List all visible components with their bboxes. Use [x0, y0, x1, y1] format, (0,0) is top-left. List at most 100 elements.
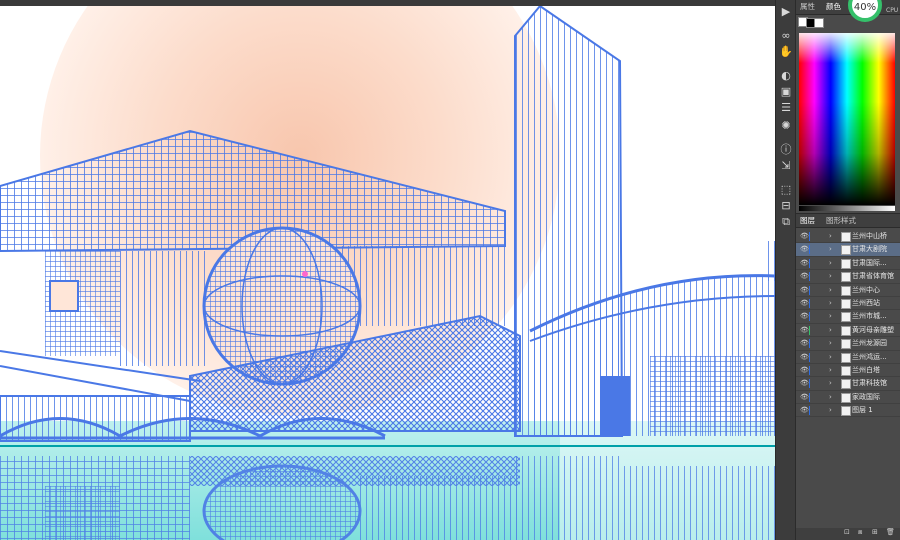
new-layer-icon[interactable]: ⊞	[872, 528, 878, 536]
expand-arrow-icon[interactable]: ›	[829, 284, 832, 296]
layer-row[interactable]: 👁 › 兰州市城...	[796, 310, 900, 324]
layer-color-marker	[809, 406, 810, 416]
layer-name: 甘肃科技馆	[852, 379, 887, 388]
right-panel: 属性 颜色 40% CPU 图层 图形样式 👁 › 兰州中山桥 👁 › 甘肃大剧院 👁 › 甘肃…	[795, 0, 900, 540]
visibility-eye-icon[interactable]: 👁	[800, 257, 809, 269]
layer-row[interactable]: 👁 › 兰州中心	[796, 284, 900, 297]
sun-icon[interactable]: ✺	[778, 118, 794, 134]
layer-row[interactable]: 👁 › 甘肃省体育馆	[796, 270, 900, 284]
expand-arrow-icon[interactable]: ›	[829, 243, 832, 255]
layer-row[interactable]: 👁 › 兰州西站	[796, 297, 900, 311]
clip-mask-icon[interactable]: ⧈	[858, 528, 862, 537]
pathfinder-icon[interactable]: ⧉	[778, 214, 794, 230]
expand-arrow-icon[interactable]: ›	[829, 324, 832, 336]
visibility-eye-icon[interactable]: 👁	[800, 243, 809, 255]
tab-color[interactable]: 颜色	[826, 1, 841, 12]
new-sublayer-icon[interactable]: ⊡	[844, 528, 850, 536]
layer-row[interactable]: 👁 › 家政国际	[796, 391, 900, 405]
info-icon[interactable]: ⓘ	[778, 142, 794, 158]
panel-tool-strip: ▶ ∞ ✋ ◐ ▣ ☰ ✺ ⓘ ⇲ ⬚ ⊟ ⧉	[775, 0, 796, 540]
layer-name: 兰州中心	[852, 285, 880, 294]
layer-color-marker	[809, 232, 810, 241]
visibility-eye-icon[interactable]: 👁	[800, 230, 809, 242]
expand-arrow-icon[interactable]: ›	[829, 270, 832, 282]
layer-name: 黄河母亲雕塑	[852, 325, 894, 334]
visibility-eye-icon[interactable]: 👁	[800, 377, 809, 389]
layer-thumbnail	[841, 365, 851, 376]
expand-arrow-icon[interactable]: ›	[829, 337, 832, 349]
link-icon[interactable]: ∞	[778, 28, 794, 44]
visibility-eye-icon[interactable]: 👁	[800, 324, 809, 336]
spectrum-highlight	[799, 33, 895, 63]
align-icon[interactable]: ⊟	[778, 198, 794, 214]
layer-color-marker	[809, 379, 810, 389]
visibility-eye-icon[interactable]: 👁	[800, 337, 809, 349]
visibility-eye-icon[interactable]: 👁	[800, 284, 809, 296]
layer-name: 兰州市城...	[852, 312, 887, 321]
expand-arrow-icon[interactable]: ›	[829, 297, 832, 309]
layer-color-marker	[809, 285, 810, 295]
none-swatch[interactable]	[814, 18, 824, 28]
expand-arrow-icon[interactable]: ›	[829, 364, 832, 376]
layer-row[interactable]: 👁 › 黄河母亲雕塑	[796, 324, 900, 338]
layer-color-marker	[809, 272, 810, 282]
tab-graphic-styles[interactable]: 图形样式	[826, 215, 856, 226]
expand-arrow-icon[interactable]: ›	[829, 257, 832, 269]
expand-arrow-icon[interactable]: ›	[829, 351, 832, 363]
expand-arrow-icon[interactable]: ›	[829, 404, 832, 416]
tab-properties[interactable]: 属性	[800, 1, 815, 12]
layer-row[interactable]: 👁 › 兰州鸿运...	[796, 351, 900, 364]
layer-name: 甘肃省体育馆	[852, 272, 894, 281]
layer-row[interactable]: 👁 › 兰州龙源园	[796, 337, 900, 351]
expand-arrow-icon[interactable]: ›	[829, 310, 832, 322]
layer-color-marker	[809, 352, 810, 362]
layer-row[interactable]: 👁 › 甘肃国际...	[796, 257, 900, 271]
visibility-eye-icon[interactable]: 👁	[800, 404, 809, 416]
gradient-icon[interactable]: ▣	[778, 84, 794, 100]
hand-icon[interactable]: ✋	[778, 44, 794, 60]
visibility-eye-icon[interactable]: 👁	[800, 297, 809, 309]
layer-color-marker	[809, 339, 810, 349]
visibility-eye-icon[interactable]: 👁	[800, 391, 809, 403]
visibility-eye-icon[interactable]: 👁	[800, 364, 809, 376]
transform-icon[interactable]: ⬚	[778, 182, 794, 198]
grayscale-strip[interactable]	[799, 206, 895, 211]
color-icon[interactable]: ◐	[778, 68, 794, 84]
expand-arrow-icon[interactable]: ›	[829, 230, 832, 242]
layer-name: 兰州鸿运...	[852, 352, 887, 361]
cpu-value: 40%	[853, 2, 877, 13]
expand-arrow-icon[interactable]: ›	[829, 377, 832, 389]
layer-thumbnail	[841, 352, 851, 363]
layer-thumbnail	[841, 285, 851, 296]
tab-layers[interactable]: 图层	[800, 215, 815, 226]
layers-panel-tabs: 图层 图形样式	[796, 213, 900, 228]
artboard-canvas[interactable]	[0, 6, 775, 540]
fill-stroke-swatches[interactable]	[798, 17, 824, 28]
layer-row[interactable]: 👁 › 兰州中山桥	[796, 230, 900, 244]
export-icon[interactable]: ⇲	[778, 158, 794, 174]
play-icon[interactable]: ▶	[778, 4, 794, 20]
visibility-eye-icon[interactable]: 👁	[800, 310, 809, 322]
visibility-eye-icon[interactable]: 👁	[800, 351, 809, 363]
layer-row[interactable]: 👁 › 图层 1	[796, 404, 900, 418]
cpu-meter: 40%	[848, 0, 882, 22]
delete-icon[interactable]: 🗑	[886, 528, 895, 536]
layer-color-marker	[809, 325, 810, 335]
layer-name: 兰州西站	[852, 298, 880, 307]
layer-name: 兰州白塔	[852, 365, 880, 374]
expand-arrow-icon[interactable]: ›	[829, 391, 832, 403]
layer-row[interactable]: 👁 › 甘肃科技馆	[796, 377, 900, 391]
layers-list: 👁 › 兰州中山桥 👁 › 甘肃大剧院 👁 › 甘肃国际... 👁 › 甘肃省体育馆 👁 › 兰州中心 👁 › 兰…	[796, 230, 900, 418]
layer-color-marker	[809, 312, 810, 322]
layer-color-marker	[809, 365, 810, 375]
layer-name: 家政国际	[852, 392, 880, 401]
layer-thumbnail	[841, 339, 851, 350]
layer-thumbnail	[841, 245, 851, 256]
layer-thumbnail	[841, 312, 851, 323]
layer-thumbnail	[841, 232, 851, 242]
layer-row[interactable]: 👁 › 甘肃大剧院	[796, 243, 900, 257]
layer-name: 兰州龙源园	[852, 339, 887, 348]
visibility-eye-icon[interactable]: 👁	[800, 270, 809, 282]
layer-row[interactable]: 👁 › 兰州白塔	[796, 364, 900, 378]
lines-icon[interactable]: ☰	[778, 100, 794, 116]
